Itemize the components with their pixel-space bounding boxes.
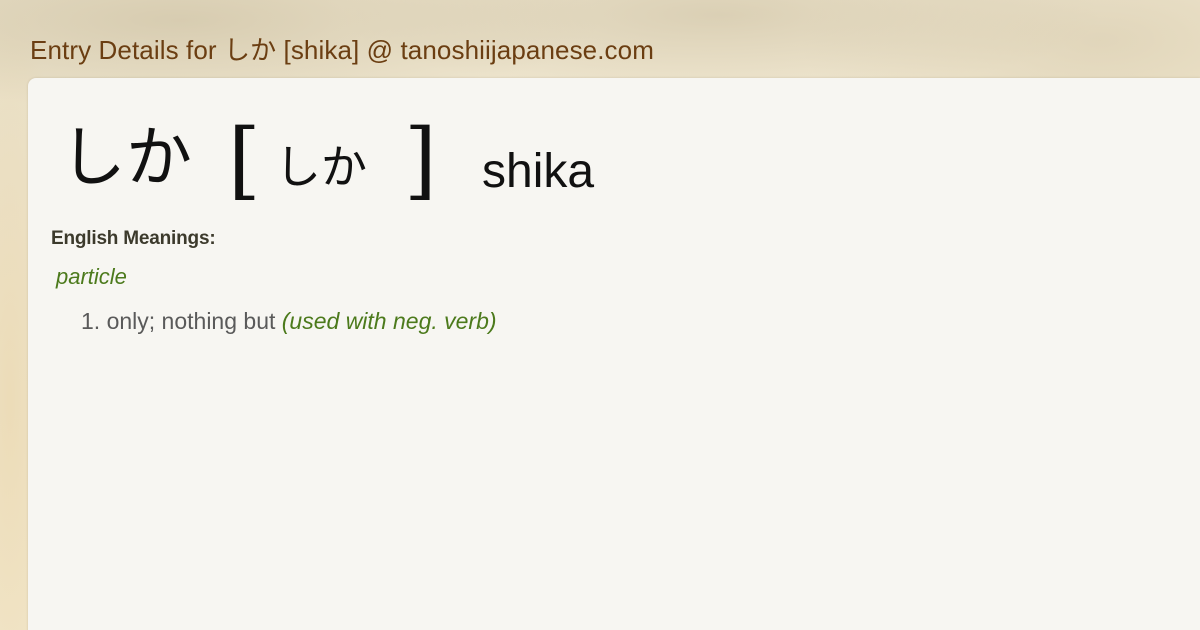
- romaji-reading: shika: [482, 145, 595, 198]
- page-title: Entry Details for しか [shika] @ tanoshiij…: [30, 35, 654, 65]
- sense-number: 1.: [81, 308, 101, 334]
- reading-kana: しか: [275, 140, 367, 194]
- english-meanings-label: English Meanings:: [51, 228, 216, 249]
- sense-item: 1. only; nothing but (used with neg. ver…: [81, 308, 497, 335]
- headword: しか: [60, 119, 192, 196]
- sense-text: only; nothing but: [106, 308, 276, 334]
- entry-panel: しか [ しか ] shika English Meanings: partic…: [28, 78, 1200, 630]
- reading-bracket-open: [: [228, 111, 261, 209]
- reading-bracket-close: ]: [404, 111, 437, 209]
- part-of-speech: particle: [56, 264, 127, 289]
- sense-usage-note: (used with neg. verb): [281, 308, 497, 334]
